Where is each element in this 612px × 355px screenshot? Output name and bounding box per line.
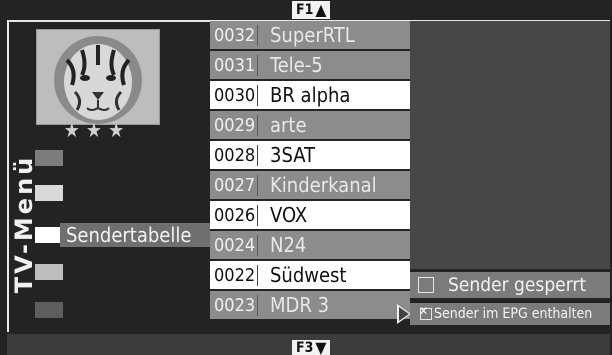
menu-item-4[interactable] bbox=[35, 264, 63, 280]
up-arrow-icon: ▲ bbox=[315, 0, 327, 19]
channel-row[interactable]: 0029 arte bbox=[210, 111, 410, 139]
menu-item-1[interactable] bbox=[35, 150, 63, 166]
menu-title: TV-Menü bbox=[6, 150, 38, 300]
info-panel bbox=[410, 21, 610, 269]
channel-row[interactable]: 0026 VOX bbox=[210, 201, 410, 229]
channel-list: 0032 SuperRTL 0031 Tele-5 0030 BR alpha 0029 ar… bbox=[210, 21, 410, 321]
channel-number: 0027 bbox=[210, 174, 258, 196]
channel-row[interactable]: 0028 3SAT bbox=[210, 141, 410, 169]
down-arrow-icon: ▼ bbox=[315, 338, 327, 355]
channel-name: arte bbox=[270, 113, 307, 137]
channel-row[interactable]: 0027 Kinderkanal bbox=[210, 171, 410, 199]
channel-number: 0030 bbox=[210, 84, 258, 106]
channel-row[interactable]: 0031 Tele-5 bbox=[210, 51, 410, 79]
channel-number: 0024 bbox=[210, 234, 258, 256]
channel-name: Südwest bbox=[270, 263, 347, 287]
f3-key-label: F3 bbox=[296, 340, 314, 355]
option-sender-im-epg[interactable]: Sender im EPG enthalten bbox=[410, 303, 610, 325]
menu-item-label[interactable]: Sendertabelle bbox=[60, 223, 210, 247]
channel-row[interactable]: 0023 MDR 3 bbox=[210, 291, 410, 319]
channel-name: BR alpha bbox=[270, 83, 351, 107]
channel-number: 0029 bbox=[210, 114, 258, 136]
menu-item-5[interactable] bbox=[35, 302, 63, 318]
channel-number: 0032 bbox=[210, 24, 258, 46]
channel-name: Tele-5 bbox=[270, 53, 323, 77]
channel-name: MDR 3 bbox=[270, 293, 330, 317]
f1-key-hint[interactable]: F1 ▲ bbox=[292, 0, 331, 19]
channel-row[interactable]: 0032 SuperRTL bbox=[210, 21, 410, 49]
option-label: Sender im EPG enthalten bbox=[434, 306, 593, 322]
channel-name: VOX bbox=[270, 203, 308, 227]
channel-name: 3SAT bbox=[270, 143, 315, 167]
menu-item-2[interactable] bbox=[35, 185, 63, 201]
option-label: Sender gesperrt bbox=[448, 274, 587, 296]
channel-name: SuperRTL bbox=[270, 23, 355, 47]
checkbox-sender-im-epg[interactable] bbox=[419, 304, 432, 320]
f1-key-label: F1 bbox=[296, 2, 314, 18]
channel-row[interactable]: 0024 N24 bbox=[210, 231, 410, 259]
channel-thumbnail bbox=[36, 29, 160, 125]
selection-arrow-icon bbox=[397, 304, 411, 324]
option-sender-gesperrt[interactable]: Sender gesperrt bbox=[410, 272, 610, 298]
channel-row[interactable]: 0022 Südwest bbox=[210, 261, 410, 289]
f3-key-hint[interactable]: F3 ▼ bbox=[292, 338, 331, 355]
channel-name: Kinderkanal bbox=[270, 173, 377, 197]
channel-row[interactable]: 0030 BR alpha bbox=[210, 81, 410, 109]
channel-number: 0031 bbox=[210, 54, 258, 76]
rating-stars: ★★★ bbox=[63, 118, 131, 142]
menu-item-sendertabelle[interactable] bbox=[35, 227, 63, 243]
menu-title-text: TV-Menü bbox=[10, 154, 38, 294]
channel-number: 0022 bbox=[210, 264, 258, 286]
channel-number: 0023 bbox=[210, 294, 258, 316]
tv-screen: F1 ▲ ★★★ Sendertabelle TV-Menü 0032 Super… bbox=[0, 0, 612, 355]
channel-number: 0026 bbox=[210, 204, 258, 226]
checkbox-sender-gesperrt[interactable] bbox=[418, 277, 434, 293]
channel-number: 0028 bbox=[210, 144, 258, 166]
channel-name: N24 bbox=[270, 233, 307, 257]
tiger-image-icon bbox=[37, 30, 159, 124]
